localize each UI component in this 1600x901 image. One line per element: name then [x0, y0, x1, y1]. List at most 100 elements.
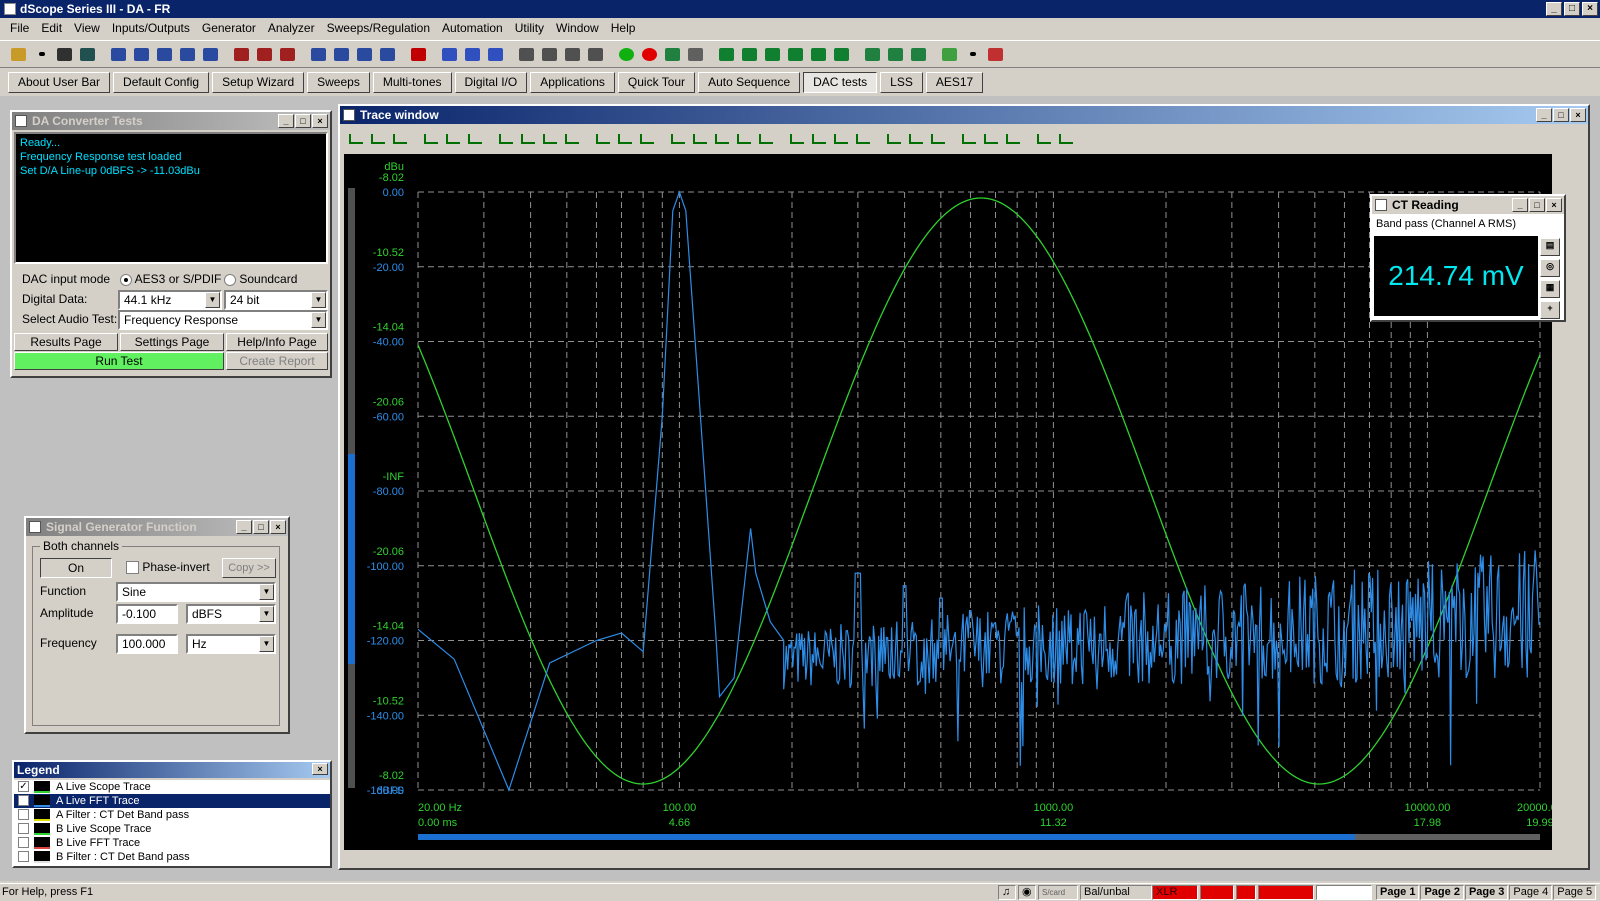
- soundcard-option[interactable]: Soundcard: [224, 272, 297, 286]
- trace-tool-icon[interactable]: [668, 130, 687, 149]
- output-off-icon[interactable]: [254, 44, 275, 65]
- sweep-icon[interactable]: [485, 44, 506, 65]
- trace-tool-icon[interactable]: [1003, 130, 1022, 149]
- trace-tool-icon[interactable]: [734, 130, 753, 149]
- close-button[interactable]: ×: [1582, 2, 1598, 16]
- close-button[interactable]: ×: [312, 763, 328, 775]
- trace-tool-icon[interactable]: [368, 130, 387, 149]
- ct-expand-icon[interactable]: +: [1540, 301, 1560, 319]
- menu-utility[interactable]: Utility: [509, 18, 550, 38]
- save-as-icon[interactable]: [77, 44, 98, 65]
- page-tab[interactable]: Page 3: [1464, 885, 1509, 900]
- results-page-button[interactable]: Results Page: [14, 333, 118, 351]
- trace-tool-icon[interactable]: [562, 130, 581, 149]
- nav-quick-tour-button[interactable]: Quick Tour: [617, 71, 696, 93]
- legend-item[interactable]: B Live FFT Trace: [14, 836, 330, 850]
- trace-tool-icon[interactable]: [906, 130, 925, 149]
- trace-tool-icon[interactable]: [959, 130, 978, 149]
- close-button[interactable]: ×: [270, 520, 286, 534]
- legend-checkbox[interactable]: [18, 851, 29, 862]
- nav-lss-button[interactable]: LSS: [880, 71, 923, 93]
- output-off-icon[interactable]: [231, 44, 252, 65]
- page-tab[interactable]: Page 5: [1553, 885, 1597, 900]
- nav-setup-wizard-button[interactable]: Setup Wizard: [212, 71, 305, 93]
- run-test-button[interactable]: Run Test: [14, 352, 224, 370]
- close-button[interactable]: ×: [1546, 198, 1562, 212]
- minimize-button[interactable]: _: [1546, 2, 1562, 16]
- output-icon[interactable]: [131, 44, 152, 65]
- dropdown-icon[interactable]: [962, 44, 983, 65]
- trace-icon[interactable]: [739, 44, 760, 65]
- settings-page-button[interactable]: Settings Page: [120, 333, 224, 351]
- legend-checkbox[interactable]: ✓: [18, 781, 29, 792]
- trace-tool-icon[interactable]: [615, 130, 634, 149]
- minimize-button[interactable]: _: [236, 520, 252, 534]
- output-on-toggle[interactable]: On: [40, 558, 112, 578]
- menu-sweeps-regulation[interactable]: Sweeps/Regulation: [321, 18, 436, 38]
- trace-tool-icon[interactable]: [540, 130, 559, 149]
- output-icon[interactable]: [108, 44, 129, 65]
- wizard-icon[interactable]: [685, 44, 706, 65]
- input-level-icon[interactable]: [539, 44, 560, 65]
- bit-depth-select[interactable]: 24 bit ▼: [224, 290, 328, 310]
- trace-tool-icon[interactable]: [787, 130, 806, 149]
- phase-invert-checkbox[interactable]: [126, 561, 139, 575]
- minimize-button[interactable]: _: [1512, 198, 1528, 212]
- function-select[interactable]: Sine ▼: [116, 582, 276, 602]
- trace-tool-icon[interactable]: [831, 130, 850, 149]
- minimize-button[interactable]: _: [278, 114, 294, 128]
- nav-applications-button[interactable]: Applications: [530, 71, 615, 93]
- save-icon[interactable]: [54, 44, 75, 65]
- trace-icon[interactable]: [716, 44, 737, 65]
- trace-tool-icon[interactable]: [712, 130, 731, 149]
- menu-file[interactable]: File: [4, 18, 35, 38]
- input-level-icon[interactable]: [562, 44, 583, 65]
- nav-aes17-button[interactable]: AES17: [925, 71, 984, 93]
- trace-icon[interactable]: [785, 44, 806, 65]
- trace-tool-icon[interactable]: [593, 130, 612, 149]
- trace-tool-icon[interactable]: [1034, 130, 1053, 149]
- trace-tool-icon[interactable]: [809, 130, 828, 149]
- input-icon[interactable]: [377, 44, 398, 65]
- maximize-button[interactable]: □: [295, 114, 311, 128]
- trace-icon[interactable]: [762, 44, 783, 65]
- legend-checkbox[interactable]: [18, 823, 29, 834]
- frequency-unit-select[interactable]: Hz ▼: [186, 634, 276, 654]
- close-button[interactable]: ×: [312, 114, 328, 128]
- legend-item[interactable]: A Filter : CT Det Band pass: [14, 808, 330, 822]
- menu-inputs-outputs[interactable]: Inputs/Outputs: [106, 18, 196, 38]
- input-level-icon[interactable]: [516, 44, 537, 65]
- page-tab[interactable]: Page 1: [1376, 885, 1420, 900]
- scope-icon[interactable]: [885, 44, 906, 65]
- trace-tool-icon[interactable]: [496, 130, 515, 149]
- trace-icon[interactable]: [831, 44, 852, 65]
- sweep-icon[interactable]: [462, 44, 483, 65]
- menu-generator[interactable]: Generator: [196, 18, 262, 38]
- chevron-down-icon[interactable]: ▼: [311, 292, 326, 308]
- input-icon[interactable]: [354, 44, 375, 65]
- maximize-button[interactable]: □: [1564, 2, 1580, 16]
- chevron-down-icon[interactable]: ▼: [259, 584, 274, 600]
- ct-settings-icon[interactable]: ▦: [1540, 280, 1560, 298]
- nav-sweeps-button[interactable]: Sweeps: [307, 71, 370, 93]
- trace-tool-icon[interactable]: [756, 130, 775, 149]
- menu-edit[interactable]: Edit: [35, 18, 68, 38]
- trace-tool-icon[interactable]: [518, 130, 537, 149]
- menu-help[interactable]: Help: [605, 18, 642, 38]
- trace-icon[interactable]: [808, 44, 829, 65]
- trace-tool-icon[interactable]: [346, 130, 365, 149]
- copy-button[interactable]: Copy >>: [222, 558, 276, 578]
- phase-invert-option[interactable]: Phase-invert: [126, 560, 210, 575]
- output-icon[interactable]: [177, 44, 198, 65]
- sample-rate-select[interactable]: 44.1 kHz ▼: [118, 290, 222, 310]
- dropdown-icon[interactable]: [31, 44, 52, 65]
- page-tab[interactable]: Page 2: [1420, 885, 1464, 900]
- minimize-button[interactable]: _: [1536, 108, 1552, 122]
- help-info-page-button[interactable]: Help/Info Page: [226, 333, 328, 351]
- chevron-down-icon[interactable]: ▼: [311, 312, 326, 328]
- legend-item[interactable]: ✓ A Live Scope Trace: [14, 780, 330, 794]
- nav-multi-tones-button[interactable]: Multi-tones: [372, 71, 452, 93]
- chevron-down-icon[interactable]: ▼: [259, 636, 274, 652]
- trace-tool-icon[interactable]: [421, 130, 440, 149]
- trace-tool-icon[interactable]: [884, 130, 903, 149]
